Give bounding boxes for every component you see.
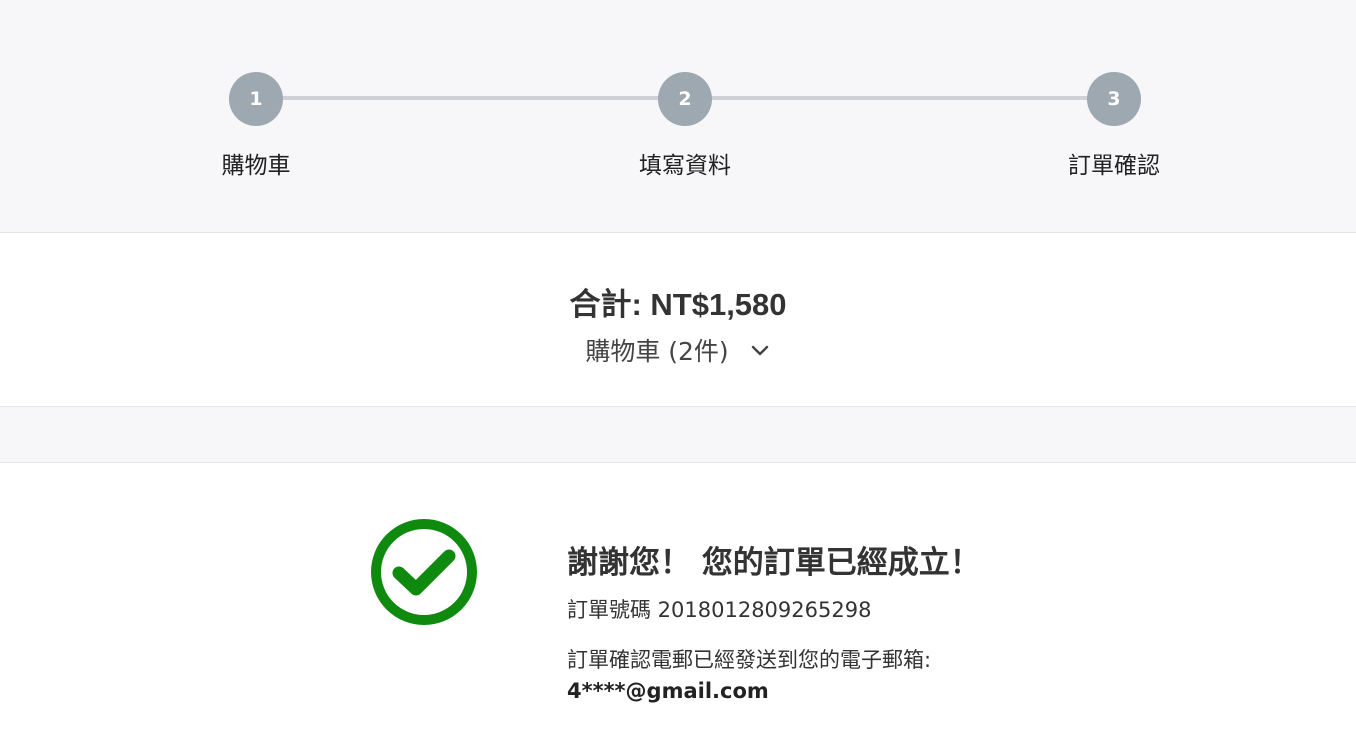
order-summary: 合計: NT$1,580 購物車 (2件) xyxy=(0,233,1356,407)
step-label: 訂單確認 xyxy=(1068,153,1160,179)
step-fill-info: 2 填寫資料 xyxy=(585,72,785,180)
section-divider xyxy=(0,407,1356,463)
chevron-down-icon xyxy=(751,345,768,356)
cart-toggle-label: 購物車 (2件) xyxy=(585,337,729,366)
step-number: 1 xyxy=(229,72,283,126)
order-confirmation: 謝謝您！ 您的訂單已經成立！ 訂單號碼 2018012809265298 訂單確… xyxy=(0,463,1356,744)
confirmation-title: 謝謝您！ 您的訂單已經成立！ xyxy=(567,545,981,581)
checkout-stepper: 1 購物車 2 填寫資料 3 訂單確認 xyxy=(0,0,1356,233)
step-label: 填寫資料 xyxy=(639,153,731,179)
step-cart: 1 購物車 xyxy=(156,72,356,180)
cart-items-toggle[interactable]: 購物車 (2件) xyxy=(585,332,770,368)
step-number: 3 xyxy=(1087,72,1141,126)
email-sent-note: 訂單確認電郵已經發送到您的電子郵箱: xyxy=(567,648,932,672)
step-label: 購物車 xyxy=(221,153,291,179)
check-circle-icon xyxy=(371,519,477,625)
customer-email: 4****@gmail.com xyxy=(567,679,769,703)
step-number: 2 xyxy=(658,72,712,126)
confirmation-text: 謝謝您！ 您的訂單已經成立！ 訂單號碼 2018012809265298 訂單確… xyxy=(567,537,1267,706)
order-total: 合計: NT$1,580 xyxy=(569,287,787,322)
order-number: 訂單號碼 2018012809265298 xyxy=(567,598,872,622)
step-order-confirm: 3 訂單確認 xyxy=(1014,72,1214,180)
